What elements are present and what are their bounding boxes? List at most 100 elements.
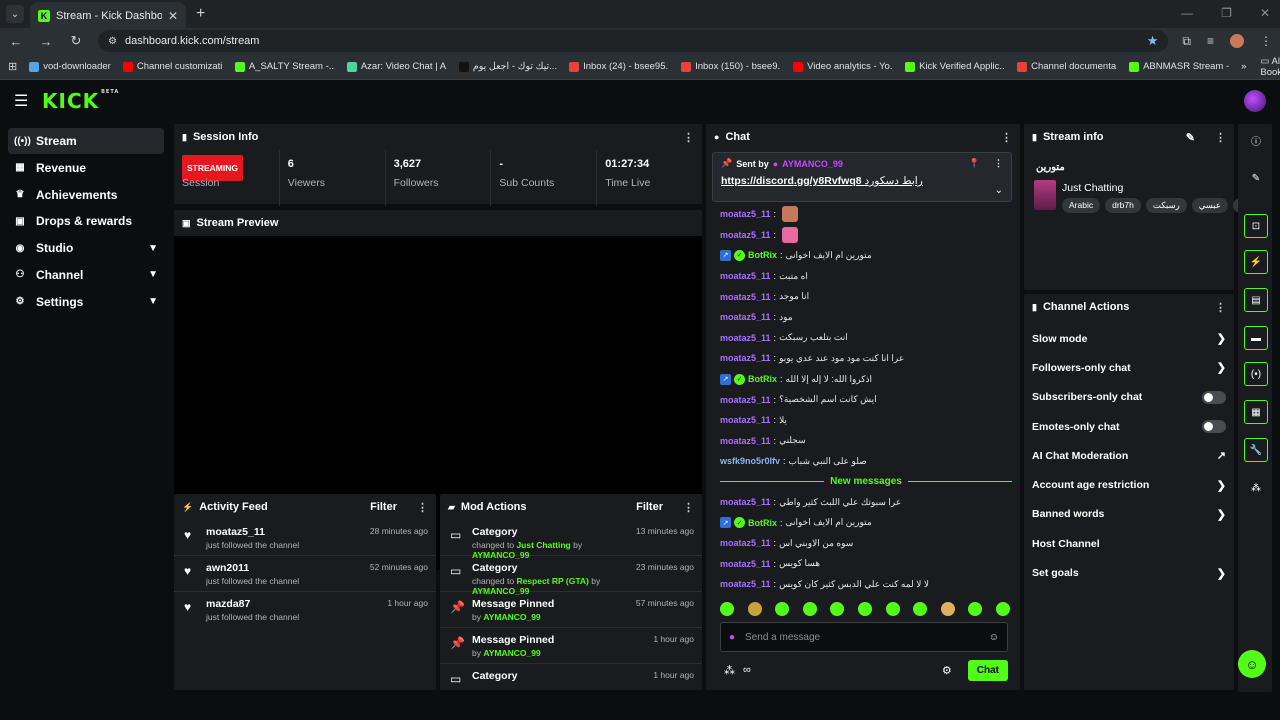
chat-username[interactable]: moataz5_11	[720, 538, 771, 548]
omnibox[interactable]: ⚙ dashboard.kick.com/stream ★	[98, 30, 1169, 52]
sidebar-item-drops[interactable]: ▣ Drops & rewards	[8, 208, 164, 234]
close-tab-icon[interactable]: ✕	[168, 9, 178, 23]
quick-emote-icon[interactable]	[802, 602, 817, 616]
chat-username[interactable]: moataz5_11	[720, 579, 771, 589]
channel-action-item[interactable]: Banned words ❯	[1024, 500, 1234, 529]
chat-bubble-icon[interactable]: ▬	[1244, 326, 1268, 350]
quick-emote-icon[interactable]	[720, 602, 734, 616]
activity-user[interactable]: mazda87	[206, 598, 379, 610]
pinned-message[interactable]: 📌 Sent by ● AYMANCO_99 📍 ⋮ https://disco…	[712, 152, 1012, 202]
wrench-icon[interactable]: 🔧	[1244, 438, 1268, 462]
more-options-icon[interactable]: ⋮	[1001, 131, 1012, 144]
chevron-down-icon[interactable]: ⌄	[995, 185, 1003, 196]
more-options-icon[interactable]: ⋮	[994, 158, 1003, 169]
chat-username[interactable]: moataz5_11	[720, 436, 771, 446]
sidebar-item-settings[interactable]: ⚙ Settings ▼	[8, 289, 164, 315]
new-messages-divider[interactable]: New messages	[720, 472, 1012, 492]
new-tab-icon[interactable]: +	[196, 5, 205, 23]
minimize-icon[interactable]: —	[1181, 6, 1193, 20]
sidebar-item-achievements[interactable]: ♛ Achievements	[8, 182, 164, 208]
scan-icon[interactable]: ⊡	[1244, 214, 1268, 238]
url-text[interactable]: dashboard.kick.com/stream	[125, 35, 1139, 47]
browser-menu-icon[interactable]: ⋮	[1260, 34, 1272, 48]
chat-input[interactable]: ● Send a message ☺	[720, 622, 1008, 652]
mod-desc-user[interactable]: AYMANCO_99	[472, 586, 529, 596]
bookmark-item[interactable]: Inbox (24) - bsee95...	[569, 61, 669, 72]
all-bookmarks[interactable]: ▭ All Bookmarks	[1260, 56, 1280, 78]
clipboard-icon[interactable]: ▤	[1244, 288, 1268, 312]
mod-desc-user[interactable]: AYMANCO_99	[483, 648, 540, 658]
toggle-switch[interactable]	[1202, 390, 1226, 404]
stream-tag[interactable]: drb7h	[1105, 198, 1141, 213]
pinned-link-url[interactable]: https://discord.gg/y8Rvfwq8	[721, 175, 862, 187]
chat-username[interactable]: BotRix	[748, 374, 777, 384]
help-chat-button[interactable]: ☺	[1238, 650, 1266, 678]
channel-action-item[interactable]: Slow mode ❯	[1024, 324, 1234, 353]
sidebar-item-revenue[interactable]: ▦ Revenue	[8, 155, 164, 181]
quick-emote-icon[interactable]	[913, 602, 928, 616]
more-options-icon[interactable]: ⋮	[1215, 131, 1226, 144]
chat-input-placeholder[interactable]: Send a message	[745, 632, 820, 643]
bookmark-item[interactable]: Channel customizati...	[122, 61, 223, 72]
chat-username[interactable]: moataz5_11	[720, 353, 771, 363]
chat-username[interactable]: wsfk9no5r0lfv	[720, 456, 780, 466]
pinned-link[interactable]: https://discord.gg/y8Rvfwq8 رابط دسكورد	[721, 175, 1003, 187]
user-avatar[interactable]	[1244, 90, 1266, 112]
more-options-icon[interactable]: ⋮	[683, 131, 694, 144]
activity-user[interactable]: moataz5_11	[206, 526, 362, 538]
quick-emote-icon[interactable]	[885, 602, 900, 616]
quick-emote-icon[interactable]	[747, 602, 762, 616]
forward-icon[interactable]: →	[38, 34, 54, 49]
channel-action-item[interactable]: Host Channel	[1024, 529, 1234, 558]
bookmark-item[interactable]: Azar: Video Chat | A...	[346, 61, 447, 72]
points-icon[interactable]: ⁂	[724, 664, 735, 677]
mod-desc-user[interactable]: AYMANCO_99	[483, 612, 540, 622]
chat-username[interactable]: moataz5_11	[720, 292, 771, 302]
toggle-switch[interactable]	[1202, 420, 1226, 434]
quick-emote-icon[interactable]	[940, 602, 955, 616]
chat-username[interactable]: moataz5_11	[720, 497, 771, 507]
stream-tag[interactable]: رسبكت	[1145, 198, 1187, 213]
more-bookmarks-icon[interactable]: »	[1241, 61, 1246, 72]
edit-icon[interactable]: ✎	[1186, 131, 1195, 144]
close-window-icon[interactable]: ✕	[1260, 6, 1270, 20]
bookmark-item[interactable]: Kick Verified Applic...	[905, 61, 1005, 72]
edit-icon[interactable]: ✎	[1244, 166, 1268, 190]
bolt-icon[interactable]: ⚡	[1244, 250, 1268, 274]
chat-username[interactable]: moataz5_11	[720, 271, 771, 281]
layout-icon[interactable]: ▦	[1244, 400, 1268, 424]
site-info-icon[interactable]: ⚙	[108, 36, 117, 47]
broadcast-icon[interactable]: (•)	[1244, 362, 1268, 386]
bookmark-item[interactable]: ABNMASR Stream -...	[1129, 61, 1229, 72]
bookmark-star-icon[interactable]: ★	[1147, 33, 1159, 49]
quick-emote-icon[interactable]	[830, 602, 845, 616]
chat-username[interactable]: moataz5_11	[720, 333, 771, 343]
reload-icon[interactable]: ↻	[68, 33, 84, 49]
kick-logo[interactable]: KICK BETA	[42, 89, 119, 113]
quick-emote-icon[interactable]	[995, 602, 1010, 616]
bookmark-item[interactable]: vod-downloader	[29, 61, 111, 72]
back-icon[interactable]: ←	[8, 34, 24, 49]
bookmark-item[interactable]: A_SALTY Stream -...	[234, 61, 335, 72]
more-options-icon[interactable]: ⋮	[417, 501, 428, 514]
filter-button[interactable]: Filter	[636, 501, 663, 513]
channel-action-item[interactable]: Account age restriction ❯	[1024, 470, 1234, 499]
mod-desc-user[interactable]: AYMANCO_99	[472, 550, 529, 560]
chat-settings-icon[interactable]: ⚙	[942, 664, 952, 677]
browser-tab[interactable]: K Stream - Kick Dashboard ✕	[30, 2, 186, 30]
bookmark-item[interactable]: تيك توك - اجعل يوم...	[458, 61, 557, 72]
channel-action-item[interactable]: AI Chat Moderation ↗	[1024, 441, 1234, 470]
pinned-user[interactable]: AYMANCO_99	[782, 159, 843, 169]
chat-username[interactable]: moataz5_11	[720, 230, 771, 240]
activity-user[interactable]: awn2011	[206, 562, 362, 574]
filter-button[interactable]: Filter	[370, 501, 397, 513]
tab-search-icon[interactable]: ⌄	[6, 5, 24, 23]
chat-username[interactable]: moataz5_11	[720, 209, 771, 219]
infinity-icon[interactable]: ∞	[743, 664, 751, 676]
sidebar-item-studio[interactable]: ◉ Studio ▼	[8, 235, 164, 261]
more-options-icon[interactable]: ⋮	[683, 501, 694, 514]
chat-username[interactable]: BotRix	[748, 250, 777, 260]
channel-action-item[interactable]: Set goals ❯	[1024, 558, 1234, 587]
chat-username[interactable]: BotRix	[748, 518, 777, 528]
send-chat-button[interactable]: Chat	[967, 659, 1008, 681]
